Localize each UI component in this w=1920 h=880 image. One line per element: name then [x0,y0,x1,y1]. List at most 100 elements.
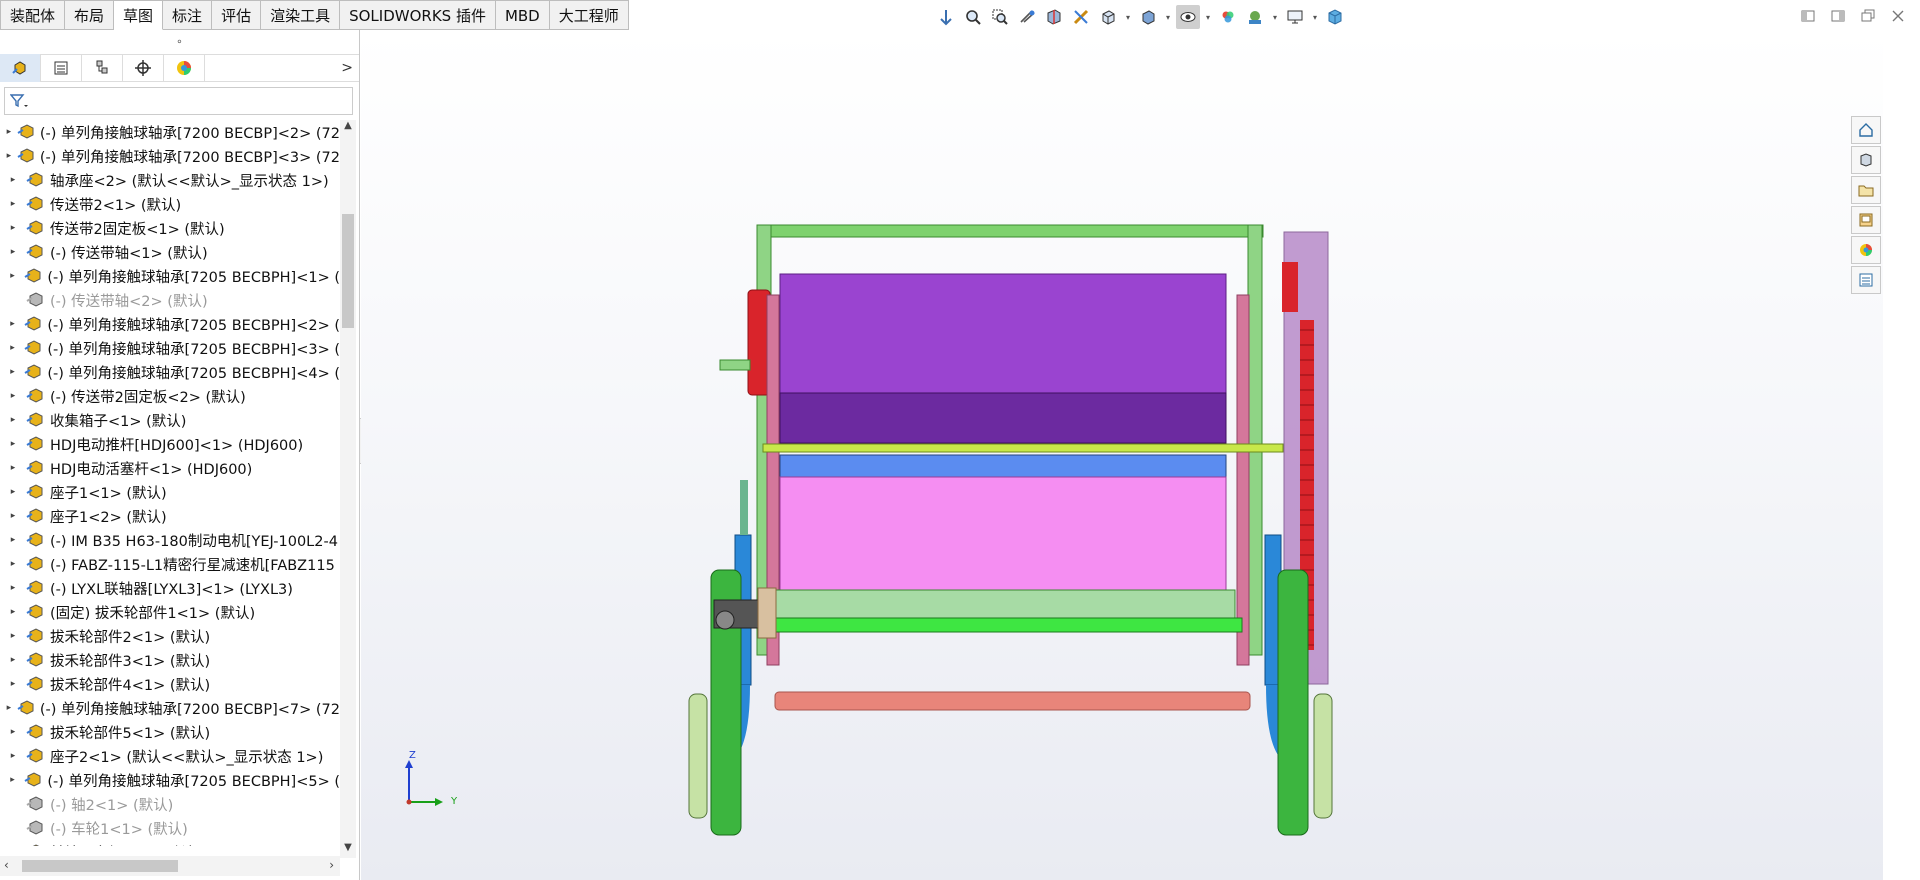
solidworks-resources-icon[interactable] [1851,116,1881,144]
edit-appearance-icon[interactable] [1216,5,1240,29]
tree-item[interactable]: ▸ (-) LYXL联轴器[LYXL3]<1> (LYXL3) [0,576,340,600]
tree-item[interactable]: ▸ (-) 单列角接触球轴承[7200 BECBP]<7> (72 [0,696,340,720]
tree-item[interactable]: ▸ 座子1<1> (默认) [0,480,340,504]
tree-item[interactable]: ▸ 传送带2固定板<1> (默认) [0,216,340,240]
section-view-icon[interactable] [1042,5,1066,29]
chevron-right-icon[interactable]: > [341,60,353,76]
featuremanager-tab[interactable] [0,54,41,82]
propertymanager-tab[interactable] [41,54,82,82]
design-library-icon[interactable] [1851,146,1881,174]
scroll-up-arrow-icon[interactable]: ▲ [340,120,356,136]
panel-grip[interactable]: ⚬ [0,30,359,54]
expand-caret-icon[interactable]: ▸ [6,223,20,233]
tree-item[interactable]: ▸ (-) 单列角接触球轴承[7205 BECBPH]<4> ( [0,360,340,384]
apply-scene-dropdown[interactable]: ▾ [1270,5,1280,29]
tree-item[interactable]: (-) 传送带轴<2> (默认) [0,288,340,312]
assembly-model[interactable] [361,30,1883,880]
expand-caret-icon[interactable]: ▸ [6,271,19,281]
restore-window-icon[interactable] [1858,6,1878,26]
tree-item[interactable]: ▸ (-) 单列角接触球轴承[7205 BECBPH]<2> ( [0,312,340,336]
tree-item[interactable]: ▸前轮固定架<1> (默认) [0,840,340,846]
expand-caret-icon[interactable]: ▸ [6,703,12,713]
tree-item[interactable]: ▸ 座子1<2> (默认) [0,504,340,528]
apply-scene-icon[interactable] [1243,5,1267,29]
expand-caret-icon[interactable]: ▸ [6,487,20,497]
tree-item[interactable]: ▸ (-) 单列角接触球轴承[7200 BECBP]<2> (72 [0,120,340,144]
tree-item[interactable]: ▸ (-) 传送带轴<1> (默认) [0,240,340,264]
expand-caret-icon[interactable]: ▸ [6,247,20,257]
close-window-icon[interactable] [1888,6,1908,26]
previous-view-icon[interactable] [1015,5,1039,29]
tree-item[interactable]: (-) 轴2<1> (默认) [0,792,340,816]
tree-item[interactable]: ▸ (-) 单列角接触球轴承[7205 BECBPH]<1> ( [0,264,340,288]
tile-right-icon[interactable] [1828,6,1848,26]
tree-item[interactable]: ▸ (-) FABZ-115-L1精密行星减速机[FABZ115 [0,552,340,576]
3d-box-icon[interactable] [1323,5,1347,29]
scroll-down-arrow-icon[interactable]: ▼ [340,842,356,858]
tab-5[interactable]: 渲染工具 [261,0,341,30]
custom-properties-icon[interactable] [1851,266,1881,294]
dynamic-annotation-icon[interactable] [1069,5,1093,29]
graphics-viewport[interactable] [361,30,1883,880]
view-orientation-dropdown[interactable]: ▾ [1123,5,1133,29]
tree-item[interactable]: ▸ 轴承座<2> (默认<<默认>_显示状态 1>) [0,168,340,192]
expand-caret-icon[interactable]: ▸ [6,319,19,329]
tree-item[interactable]: ▸ 传送带2<1> (默认) [0,192,340,216]
expand-caret-icon[interactable]: ▸ [6,199,20,209]
tree-horizontal-scrollbar[interactable]: ‹ › [0,856,340,876]
expand-caret-icon[interactable]: ▸ [6,751,20,761]
hscroll-thumb[interactable] [22,860,178,872]
expand-caret-icon[interactable]: ▸ [6,727,20,737]
tree-item[interactable]: ▸ (-) IM B35 H63-180制动电机[YEJ-100L2-4 [0,528,340,552]
zoom-area-icon[interactable] [988,5,1012,29]
view-orientation-icon[interactable] [1096,5,1120,29]
tile-left-icon[interactable] [1798,6,1818,26]
tab-6[interactable]: SOLIDWORKS 插件 [340,0,496,30]
expand-caret-icon[interactable]: ▸ [6,655,20,665]
view-palette-icon[interactable] [1851,206,1881,234]
tab-8[interactable]: 大工程师 [549,0,629,30]
tree-item[interactable]: ▸ (固定) 拔禾轮部件1<1> (默认) [0,600,340,624]
view-settings-icon[interactable] [1283,5,1307,29]
tree-item[interactable]: ▸ HDJ电动推杆[HDJ600]<1> (HDJ600) [0,432,340,456]
expand-caret-icon[interactable]: ▸ [6,151,12,161]
display-manager-tab[interactable] [164,54,205,82]
tree-item[interactable]: ▸ (-) 单列角接触球轴承[7205 BECBPH]<5> ( [0,768,340,792]
tab-0[interactable]: 装配体 [0,0,66,30]
expand-caret-icon[interactable]: ▸ [6,511,20,521]
tree-item[interactable]: ▸ 拔禾轮部件5<1> (默认) [0,720,340,744]
scroll-right-arrow-icon[interactable]: › [329,858,334,872]
tab-3[interactable]: 标注 [163,0,213,30]
expand-caret-icon[interactable]: ▸ [6,367,19,377]
expand-caret-icon[interactable]: ▸ [6,439,20,449]
view-settings-dropdown[interactable]: ▾ [1310,5,1320,29]
tree-item[interactable]: ▸ 拔禾轮部件3<1> (默认) [0,648,340,672]
hide-show-dropdown[interactable]: ▾ [1203,5,1213,29]
tree-item[interactable]: ▸ (-) 单列角接触球轴承[7205 BECBPH]<3> ( [0,336,340,360]
tree-filter[interactable] [4,87,353,115]
scroll-left-arrow-icon[interactable]: ‹ [4,858,9,872]
expand-caret-icon[interactable]: ▸ [6,463,20,473]
tab-4[interactable]: 评估 [212,0,262,30]
expand-caret-icon[interactable]: ▸ [6,583,20,593]
expand-caret-icon[interactable]: ▸ [6,391,20,401]
expand-caret-icon[interactable]: ▸ [6,679,20,689]
display-style-dropdown[interactable]: ▾ [1163,5,1173,29]
expand-caret-icon[interactable]: ▸ [6,535,20,545]
appearances-scenes-icon[interactable] [1851,236,1881,264]
file-explorer-icon[interactable] [1851,176,1881,204]
expand-caret-icon[interactable]: ▸ [6,559,20,569]
configurationmanager-tab[interactable] [82,54,123,82]
tree-item[interactable]: (-) 车轮1<1> (默认) [0,816,340,840]
tab-2[interactable]: 草图 [114,0,164,30]
expand-caret-icon[interactable]: ▸ [6,631,20,641]
expand-caret-icon[interactable]: ▸ [6,775,19,785]
tree-item[interactable]: ▸ 座子2<1> (默认<<默认>_显示状态 1>) [0,744,340,768]
tree-item[interactable]: ▸ (-) 单列角接触球轴承[7200 BECBP]<3> (72 [0,144,340,168]
tab-1[interactable]: 布局 [65,0,115,30]
expand-caret-icon[interactable]: ▸ [6,343,19,353]
tree-item[interactable]: ▸ 拔禾轮部件4<1> (默认) [0,672,340,696]
hide-show-items-icon[interactable] [1176,5,1200,29]
scroll-thumb[interactable] [342,214,354,328]
tree-item[interactable]: ▸ HDJ电动活塞杆<1> (HDJ600) [0,456,340,480]
